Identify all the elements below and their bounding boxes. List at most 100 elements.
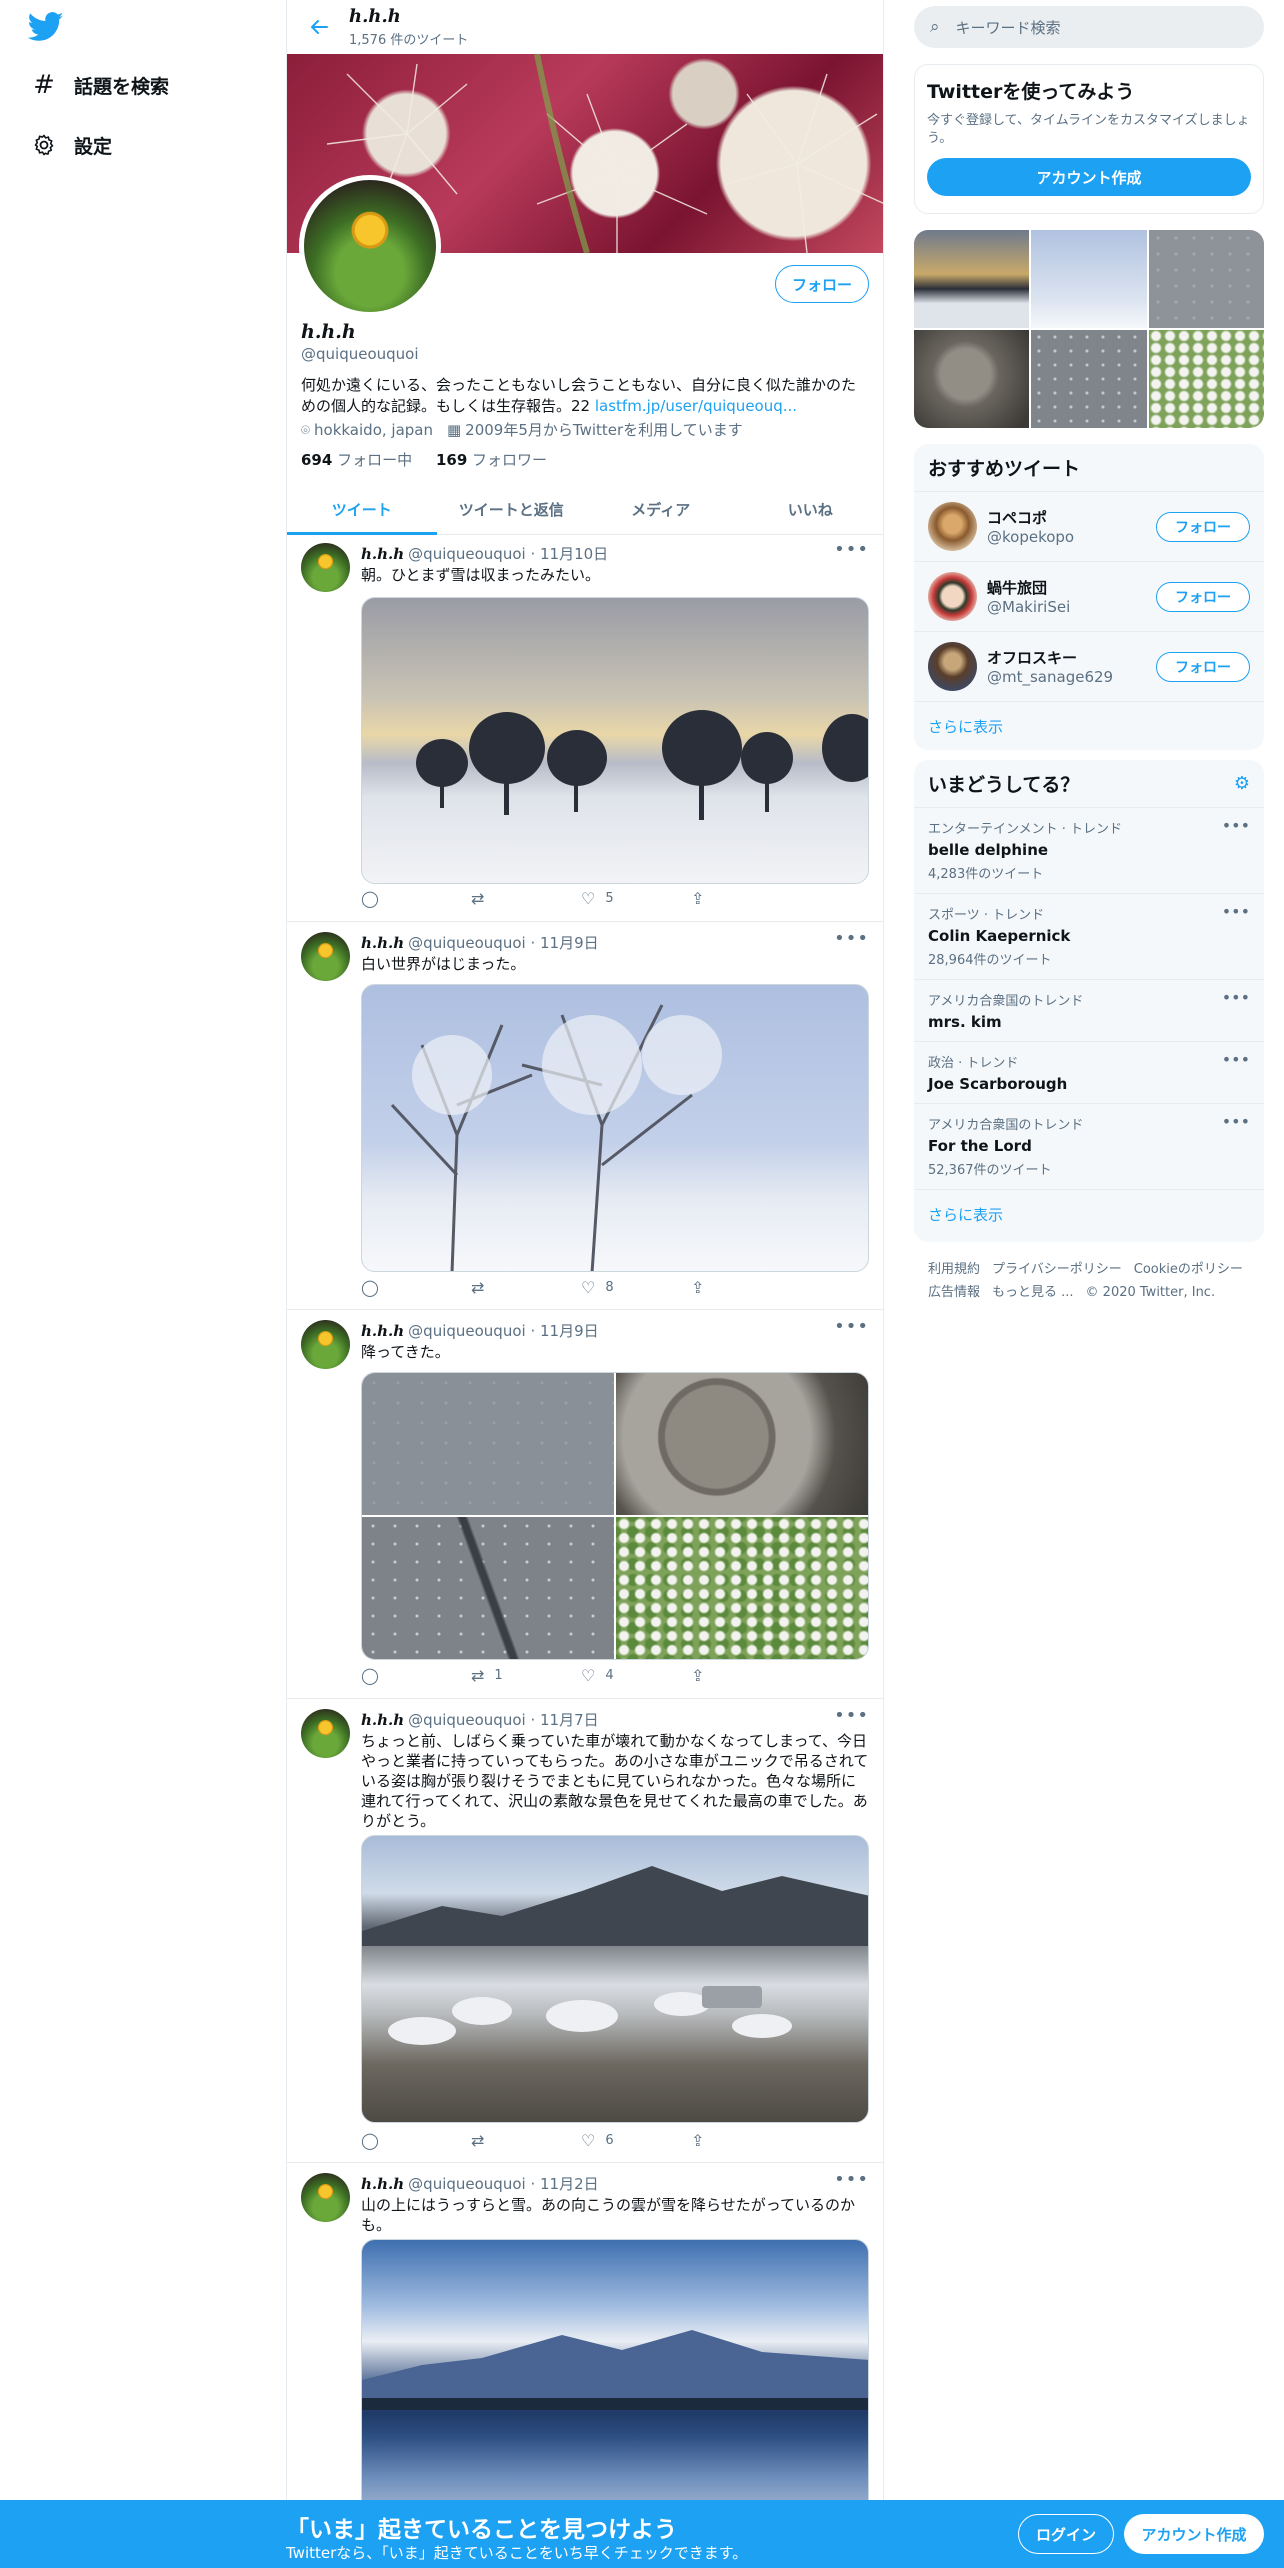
follow-button[interactable]: フォロー [775, 265, 869, 303]
more-icon[interactable]: ••• [834, 539, 869, 560]
avatar[interactable] [928, 502, 977, 551]
more-icon[interactable]: ••• [834, 1705, 869, 1726]
more-icon[interactable]: ••• [834, 2169, 869, 2190]
follow-button[interactable]: フォロー [1156, 511, 1250, 542]
show-more-link[interactable]: さらに表示 [914, 1189, 1264, 1239]
tweet-date[interactable]: 11月9日 [540, 934, 599, 952]
follow-button[interactable]: フォロー [1156, 651, 1250, 682]
suggested-user[interactable]: コペコポ @kopekopo フォロー [914, 491, 1264, 561]
tweet[interactable]: ℎ.ℎ.ℎ @quiqueouquoi · 11月2日 ••• 山の上にはうっすら… [287, 2163, 883, 2500]
tweet-image[interactable] [616, 1373, 868, 1515]
tweet-image[interactable] [616, 1517, 868, 1659]
suggested-user[interactable]: オフロスキー @mt_sanage629 フォロー [914, 631, 1264, 701]
tab-likes[interactable]: いいね [736, 485, 884, 534]
share-button[interactable]: ⇪ [691, 2131, 791, 2150]
tweet-date[interactable]: 11月7日 [540, 1711, 599, 1729]
tab-media[interactable]: メディア [586, 485, 736, 534]
retweet-button[interactable]: ⇄ [471, 1278, 571, 1297]
twitter-logo-icon[interactable] [27, 12, 64, 42]
tweet-avatar[interactable] [301, 1320, 350, 1369]
tweet-date[interactable]: 11月9日 [540, 1322, 599, 1340]
avatar[interactable] [928, 642, 977, 691]
tab-tweets-replies[interactable]: ツイートと返信 [437, 485, 587, 534]
tweet-date[interactable]: 11月2日 [540, 2175, 599, 2193]
more-icon[interactable]: ••• [834, 928, 869, 949]
media-thumbnail[interactable] [914, 330, 1030, 428]
media-thumbnail[interactable] [1031, 230, 1147, 328]
tweet-handle[interactable]: @quiqueouquoi [408, 934, 526, 952]
tweet-avatar[interactable] [301, 932, 350, 981]
more-icon[interactable]: ••• [1222, 988, 1250, 1007]
suggested-user[interactable]: 蝸牛旅団 @MakiriSei フォロー [914, 561, 1264, 631]
media-thumbnail[interactable] [1148, 330, 1264, 428]
share-button[interactable]: ⇪ [691, 1666, 791, 1685]
more-icon[interactable]: ••• [1222, 1050, 1250, 1069]
trend-item[interactable]: スポーツ · トレンド Colin Kaepernick 28,964件のツイー… [914, 893, 1264, 979]
back-arrow-icon[interactable] [301, 9, 337, 45]
retweet-button[interactable]: ⇄ 1 [471, 1666, 571, 1685]
like-button[interactable]: ♡ 4 [581, 1666, 681, 1685]
trend-item[interactable]: 政治 · トレンド Joe Scarborough ••• [914, 1041, 1264, 1103]
tweet-author-name[interactable]: ℎ.ℎ.ℎ [361, 934, 404, 952]
media-thumbnail[interactable] [1031, 330, 1147, 428]
nav-settings[interactable]: 設定 [26, 120, 112, 170]
footer-cookie[interactable]: Cookieのポリシー [1134, 1262, 1243, 1277]
tab-tweets[interactable]: ツイート [287, 485, 437, 535]
nav-explore[interactable]: # 話題を検索 [26, 60, 169, 110]
follow-button[interactable]: フォロー [1156, 581, 1250, 612]
gear-icon[interactable]: ⚙ [1234, 773, 1250, 794]
login-button[interactable]: ログイン [1018, 2514, 1114, 2554]
share-button[interactable]: ⇪ [691, 1278, 791, 1297]
trend-item[interactable]: アメリカ合衆国のトレンド For the Lord 52,367件のツイート •… [914, 1103, 1264, 1189]
tweet-handle[interactable]: @quiqueouquoi [408, 545, 526, 563]
footer-more[interactable]: もっと見る ... [992, 1285, 1074, 1300]
search-input[interactable]: ⌕ キーワード検索 [914, 6, 1264, 48]
trend-item[interactable]: エンターテインメント · トレンド belle delphine 4,283件の… [914, 807, 1264, 893]
media-thumbnail[interactable] [1148, 230, 1264, 328]
more-icon[interactable]: ••• [834, 1316, 869, 1337]
tweet-avatar[interactable] [301, 543, 350, 592]
footer-terms[interactable]: 利用規約 [928, 1262, 980, 1277]
profile-bio-link[interactable]: lastfm.jp/user/quiqueouq... [595, 397, 797, 415]
tweet-avatar[interactable] [301, 2173, 350, 2222]
tweet-image[interactable] [361, 984, 869, 1272]
more-icon[interactable]: ••• [1222, 902, 1250, 921]
tweet-author-name[interactable]: ℎ.ℎ.ℎ [361, 545, 404, 563]
signup-button[interactable]: アカウント作成 [1124, 2514, 1264, 2554]
tweet-handle[interactable]: @quiqueouquoi [408, 1322, 526, 1340]
retweet-button[interactable]: ⇄ [471, 889, 571, 908]
tweet-avatar[interactable] [301, 1709, 350, 1758]
tweet[interactable]: ℎ.ℎ.ℎ @quiqueouquoi · 11月10日 ••• 朝。ひとまず雪は… [287, 533, 883, 922]
tweet[interactable]: ℎ.ℎ.ℎ @quiqueouquoi · 11月9日 ••• 降ってきた。 ◯ … [287, 1310, 883, 1699]
like-button[interactable]: ♡ 6 [581, 2131, 681, 2150]
retweet-button[interactable]: ⇄ [471, 2131, 571, 2150]
show-more-link[interactable]: さらに表示 [914, 701, 1264, 751]
avatar[interactable] [928, 572, 977, 621]
tweet-date[interactable]: 11月10日 [540, 545, 608, 563]
tweet-author-name[interactable]: ℎ.ℎ.ℎ [361, 1711, 404, 1729]
tweet-handle[interactable]: @quiqueouquoi [408, 1711, 526, 1729]
footer-ads[interactable]: 広告情報 [928, 1285, 980, 1300]
reply-button[interactable]: ◯ [361, 1278, 461, 1297]
followers-link[interactable]: 169 フォロワー [436, 451, 547, 469]
more-icon[interactable]: ••• [1222, 1112, 1250, 1131]
profile-avatar[interactable] [299, 175, 441, 317]
media-thumbnail[interactable] [914, 230, 1030, 328]
tweet-image[interactable] [362, 1373, 614, 1515]
tweet-image[interactable] [362, 1517, 614, 1659]
tweet[interactable]: ℎ.ℎ.ℎ @quiqueouquoi · 11月9日 ••• 白い世界がはじまっ… [287, 922, 883, 1310]
trend-item[interactable]: アメリカ合衆国のトレンド mrs. kim ••• [914, 979, 1264, 1041]
tweet-image[interactable] [361, 2239, 869, 2500]
tweet-image[interactable] [361, 1835, 869, 2123]
reply-button[interactable]: ◯ [361, 2131, 461, 2150]
tweet[interactable]: ℎ.ℎ.ℎ @quiqueouquoi · 11月7日 ••• ちょっと前、しばら… [287, 1699, 883, 2163]
create-account-button[interactable]: アカウント作成 [927, 158, 1251, 196]
tweet-author-name[interactable]: ℎ.ℎ.ℎ [361, 1322, 404, 1340]
more-icon[interactable]: ••• [1222, 816, 1250, 835]
tweet-handle[interactable]: @quiqueouquoi [408, 2175, 526, 2193]
footer-privacy[interactable]: プライバシーポリシー [992, 1262, 1122, 1277]
share-button[interactable]: ⇪ [691, 889, 791, 908]
reply-button[interactable]: ◯ [361, 889, 461, 908]
reply-button[interactable]: ◯ [361, 1666, 461, 1685]
following-link[interactable]: 694 フォロー中 [301, 451, 412, 469]
